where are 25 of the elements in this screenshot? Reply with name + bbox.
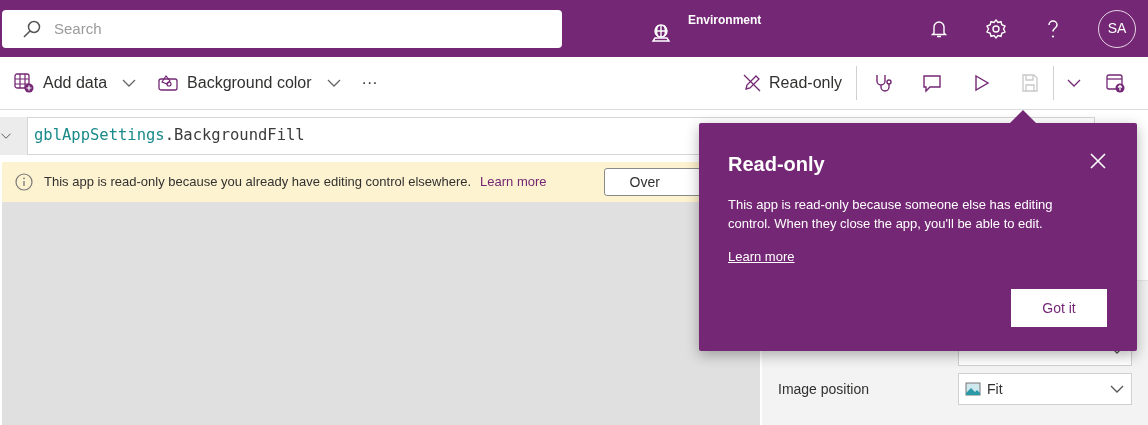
formula-variable: gblAppSettings — [34, 125, 165, 147]
comment-icon[interactable] — [921, 72, 943, 94]
toolbar-button[interactable]: Background color — [156, 66, 343, 100]
read-only-button[interactable]: Read-only — [741, 71, 856, 95]
learn-more-link[interactable]: Learn more — [728, 247, 795, 267]
search-field[interactable]: Search — [2, 9, 562, 48]
search-icon — [22, 18, 42, 39]
close-button[interactable] — [1089, 152, 1107, 170]
image-icon — [965, 382, 981, 396]
got-it-button[interactable]: Got it — [1011, 289, 1107, 327]
info-icon — [14, 172, 34, 192]
property-label: Image position — [778, 379, 871, 399]
environment-label: Environment — [688, 11, 762, 29]
globe-icon[interactable] — [650, 21, 672, 44]
close-icon — [1089, 152, 1107, 170]
formula-property: .BackgroundFill — [164, 125, 305, 147]
popup-message: This app is read-only because someone else has editing control. When they close the app, you'll be able to edit. — [728, 196, 1054, 233]
toolbar-button[interactable]: Add data — [12, 66, 139, 100]
notice-text: This app is read-only because you already have editing control elsewhere. — [44, 173, 472, 192]
property-dropdown[interactable]: Fit — [958, 373, 1132, 405]
publish-icon[interactable] — [1104, 72, 1126, 94]
more-button[interactable]: ··· — [360, 66, 379, 100]
paint-icon — [157, 73, 180, 93]
table-icon — [13, 72, 35, 94]
learn-more-link[interactable]: Learn more — [480, 172, 547, 192]
